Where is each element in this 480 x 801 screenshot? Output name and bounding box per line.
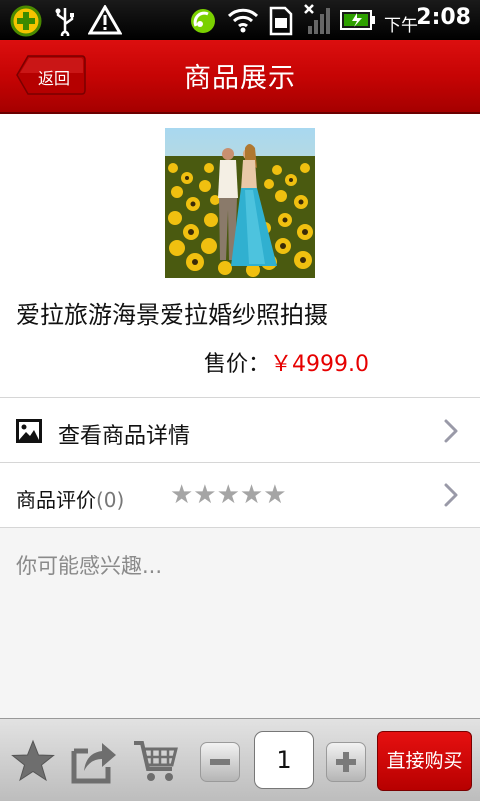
recommendations-heading: 你可能感兴趣... bbox=[16, 554, 163, 578]
reviews-label: 商品评价 bbox=[16, 488, 96, 512]
share-icon[interactable] bbox=[70, 737, 120, 789]
reviews-label-group: 商品评价(0) bbox=[16, 484, 124, 513]
sync-icon bbox=[188, 6, 218, 40]
product-image[interactable] bbox=[165, 128, 315, 278]
price-label: 售价： bbox=[204, 352, 271, 377]
quantity-input[interactable]: 1 bbox=[254, 731, 314, 789]
bottom-toolbar: 1 直接购买 bbox=[0, 718, 480, 801]
reviews-row[interactable]: 商品评价(0) ★★★★★ bbox=[0, 463, 480, 527]
image-icon bbox=[16, 419, 42, 447]
chevron-right-icon bbox=[443, 482, 459, 512]
chevron-right-icon bbox=[443, 418, 459, 448]
signal-icon bbox=[302, 2, 334, 40]
status-time: 2:08 bbox=[416, 5, 471, 30]
increase-quantity-button[interactable] bbox=[326, 742, 366, 782]
plus-icon bbox=[336, 752, 356, 772]
warning-icon bbox=[87, 3, 123, 39]
usb-icon bbox=[52, 6, 78, 40]
recommendations-panel: 你可能感兴趣... bbox=[0, 528, 480, 718]
status-bar: 下午 2:08 bbox=[0, 0, 480, 40]
price-value: ￥4999.0 bbox=[270, 352, 369, 377]
minus-icon bbox=[210, 759, 230, 765]
product-name: 爱拉旅游海景爱拉婚纱照拍摄 bbox=[16, 301, 328, 329]
rating-stars: ★★★★★ bbox=[170, 480, 287, 510]
title-bar: 返回 商品展示 bbox=[0, 40, 480, 114]
sim-icon bbox=[268, 6, 294, 40]
view-details-label: 查看商品详情 bbox=[58, 424, 191, 449]
buy-now-button[interactable]: 直接购买 bbox=[377, 731, 472, 791]
page-title: 商品展示 bbox=[184, 63, 296, 94]
battery-icon bbox=[340, 10, 376, 34]
app-plus-icon bbox=[10, 5, 42, 41]
price-row: 售价：￥4999.0 bbox=[204, 346, 369, 378]
star-icon[interactable] bbox=[10, 739, 56, 787]
wifi-icon bbox=[226, 6, 260, 38]
status-time-period: 下午 bbox=[384, 16, 418, 36]
decrease-quantity-button[interactable] bbox=[200, 742, 240, 782]
cart-icon[interactable] bbox=[132, 737, 180, 789]
view-details-row[interactable]: 查看商品详情 bbox=[0, 398, 480, 462]
reviews-count: (0) bbox=[96, 488, 125, 512]
